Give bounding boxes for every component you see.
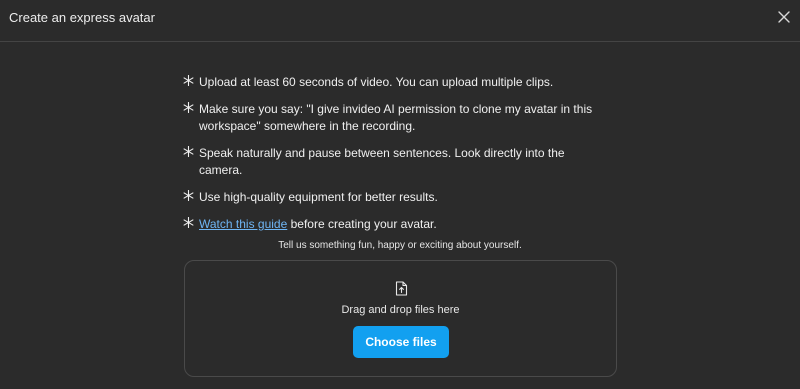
watch-guide-link[interactable]: Watch this guide — [199, 217, 287, 231]
tip-text: Use high-quality equipment for better re… — [199, 190, 438, 204]
close-icon[interactable] — [777, 10, 791, 24]
tip-item: Speak naturally and pause between senten… — [183, 145, 603, 179]
file-dropzone[interactable]: Drag and drop files here Choose files — [184, 260, 617, 377]
drop-text: Drag and drop files here — [341, 304, 460, 316]
star-icon — [183, 102, 194, 113]
file-upload-icon — [395, 281, 408, 296]
dialog-header: Create an express avatar — [0, 0, 800, 42]
tip-item: Use high-quality equipment for better re… — [183, 189, 603, 206]
tip-item: Make sure you say: "I give invideo AI pe… — [183, 101, 603, 135]
tip-text: Make sure you say: "I give invideo AI pe… — [199, 102, 593, 133]
tips-list: Upload at least 60 seconds of video. You… — [183, 74, 603, 243]
create-avatar-dialog: Create an express avatar Upload at least… — [0, 0, 800, 389]
tip-item: Upload at least 60 seconds of video. You… — [183, 74, 603, 91]
star-icon — [183, 217, 194, 228]
upload-prompt: Tell us something fun, happy or exciting… — [278, 240, 522, 251]
tip-text: before creating your avatar. — [287, 217, 437, 231]
tip-item: Watch this guide before creating your av… — [183, 216, 603, 233]
star-icon — [183, 146, 194, 157]
tip-text: Upload at least 60 seconds of video. You… — [199, 75, 554, 89]
dialog-title: Create an express avatar — [9, 10, 155, 25]
choose-files-button[interactable]: Choose files — [353, 326, 449, 358]
tip-text: Speak naturally and pause between senten… — [199, 146, 565, 177]
star-icon — [183, 75, 194, 86]
star-icon — [183, 190, 194, 201]
